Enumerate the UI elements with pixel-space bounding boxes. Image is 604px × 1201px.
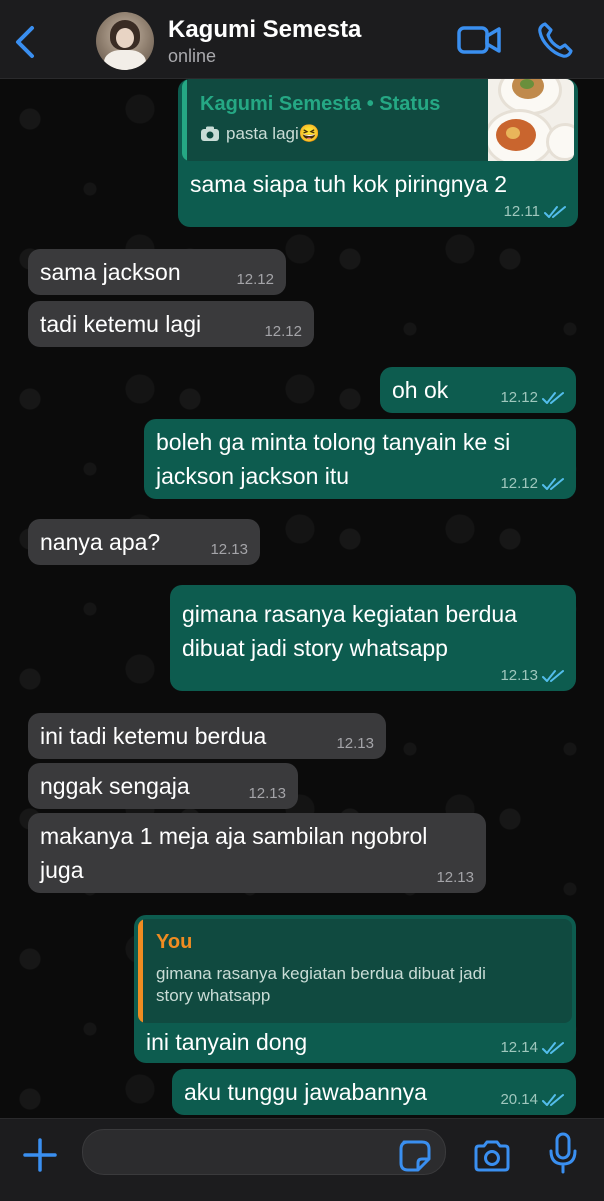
status-thumbnail [488,79,574,161]
message-time: 12.12 [500,475,538,492]
message-time: 12.13 [500,667,538,684]
message-outgoing[interactable]: oh ok 12.12 [380,367,576,413]
message-meta: 12.12 [500,389,564,407]
message-meta: 12.14 [500,1039,564,1057]
message-meta: 12.13 [210,541,248,559]
message-meta: 12.12 [264,323,302,341]
contact-name[interactable]: Kagumi Semesta [168,16,361,44]
message-meta: 12.12 [236,271,274,289]
message-input[interactable] [82,1129,446,1175]
message-text: ini tanyain dong [146,1029,308,1055]
message-incoming[interactable]: nanya apa? 12.13 [28,519,260,565]
message-text: tadi ketemu lagi [40,311,202,337]
contact-avatar[interactable] [96,12,154,70]
back-chevron-icon[interactable] [10,22,42,62]
message-outgoing[interactable]: boleh ga minta tolong tanyain ke si jack… [144,419,576,499]
message-time: 12.12 [500,389,538,406]
read-ticks-icon [542,670,564,682]
message-incoming[interactable]: makanya 1 meja aja sambilan ngobrol juga… [28,813,486,893]
read-ticks-icon [542,478,564,490]
read-ticks-icon [542,1042,564,1054]
plus-icon[interactable] [22,1137,58,1173]
message-time: 12.13 [336,735,374,752]
message-incoming[interactable]: ini tadi ketemu berdua 12.13 [28,713,386,759]
message-meta: 12.13 [436,869,474,887]
message-text: ini tadi ketemu berdua [40,723,267,749]
message-outgoing[interactable]: You gimana rasanya kegiatan berdua dibua… [134,915,576,1063]
chat-header: Kagumi Semesta online [0,0,604,79]
message-meta: 12.13 [336,735,374,753]
quote-author: Kagumi Semesta • Status [200,93,441,115]
phone-call-icon[interactable] [536,20,576,60]
read-ticks-icon [542,392,564,404]
quoted-message[interactable]: You gimana rasanya kegiatan berdua dibua… [138,919,572,1023]
quoted-status[interactable]: Kagumi Semesta • Status pasta lagi😆 [182,79,574,161]
contact-status: online [168,46,217,66]
camera-icon[interactable] [472,1139,512,1173]
message-outgoing[interactable]: Kagumi Semesta • Status pasta lagi😆 sama [178,79,578,227]
message-time: 12.13 [210,541,248,558]
message-text: makanya 1 meja aja sambilan ngobrol juga [40,823,428,883]
message-meta: 12.13 [500,667,564,685]
message-meta: 12.13 [248,785,286,803]
message-time: 12.13 [436,869,474,886]
message-text: gimana rasanya kegiatan berdua dibuat ja… [182,601,518,661]
message-text: sama siapa tuh kok piringnya 2 [190,171,508,197]
message-incoming[interactable]: tadi ketemu lagi 12.12 [28,301,314,347]
message-incoming[interactable]: nggak sengaja 12.13 [28,763,298,809]
read-ticks-icon [544,206,566,218]
chat-messages[interactable]: Kagumi Semesta • Status pasta lagi😆 sama [0,79,604,1117]
quote-author: You [156,931,193,953]
message-time: 12.12 [264,323,302,340]
message-time: 12.13 [248,785,286,802]
quote-text: pasta lagi😆 [226,124,320,143]
message-time: 20.14 [500,1091,538,1108]
sticker-icon[interactable] [398,1139,432,1173]
read-ticks-icon [542,1094,564,1106]
message-incoming[interactable]: sama jackson 12.12 [28,249,286,295]
message-meta: 12.11 [504,203,566,221]
message-time: 12.12 [236,271,274,288]
message-time: 12.11 [503,203,540,220]
video-call-icon[interactable] [456,22,502,58]
message-outgoing[interactable]: aku tunggu jawabannya 20.14 [172,1069,576,1115]
camera-icon [201,126,219,141]
message-meta: 12.12 [500,475,564,493]
message-composer [0,1118,604,1201]
message-time: 12.14 [500,1039,538,1056]
microphone-icon[interactable] [548,1131,578,1175]
quote-text: gimana rasanya kegiatan berdua dibuat ja… [156,964,486,1005]
message-meta: 20.14 [500,1091,564,1109]
message-outgoing[interactable]: gimana rasanya kegiatan berdua dibuat ja… [170,585,576,691]
